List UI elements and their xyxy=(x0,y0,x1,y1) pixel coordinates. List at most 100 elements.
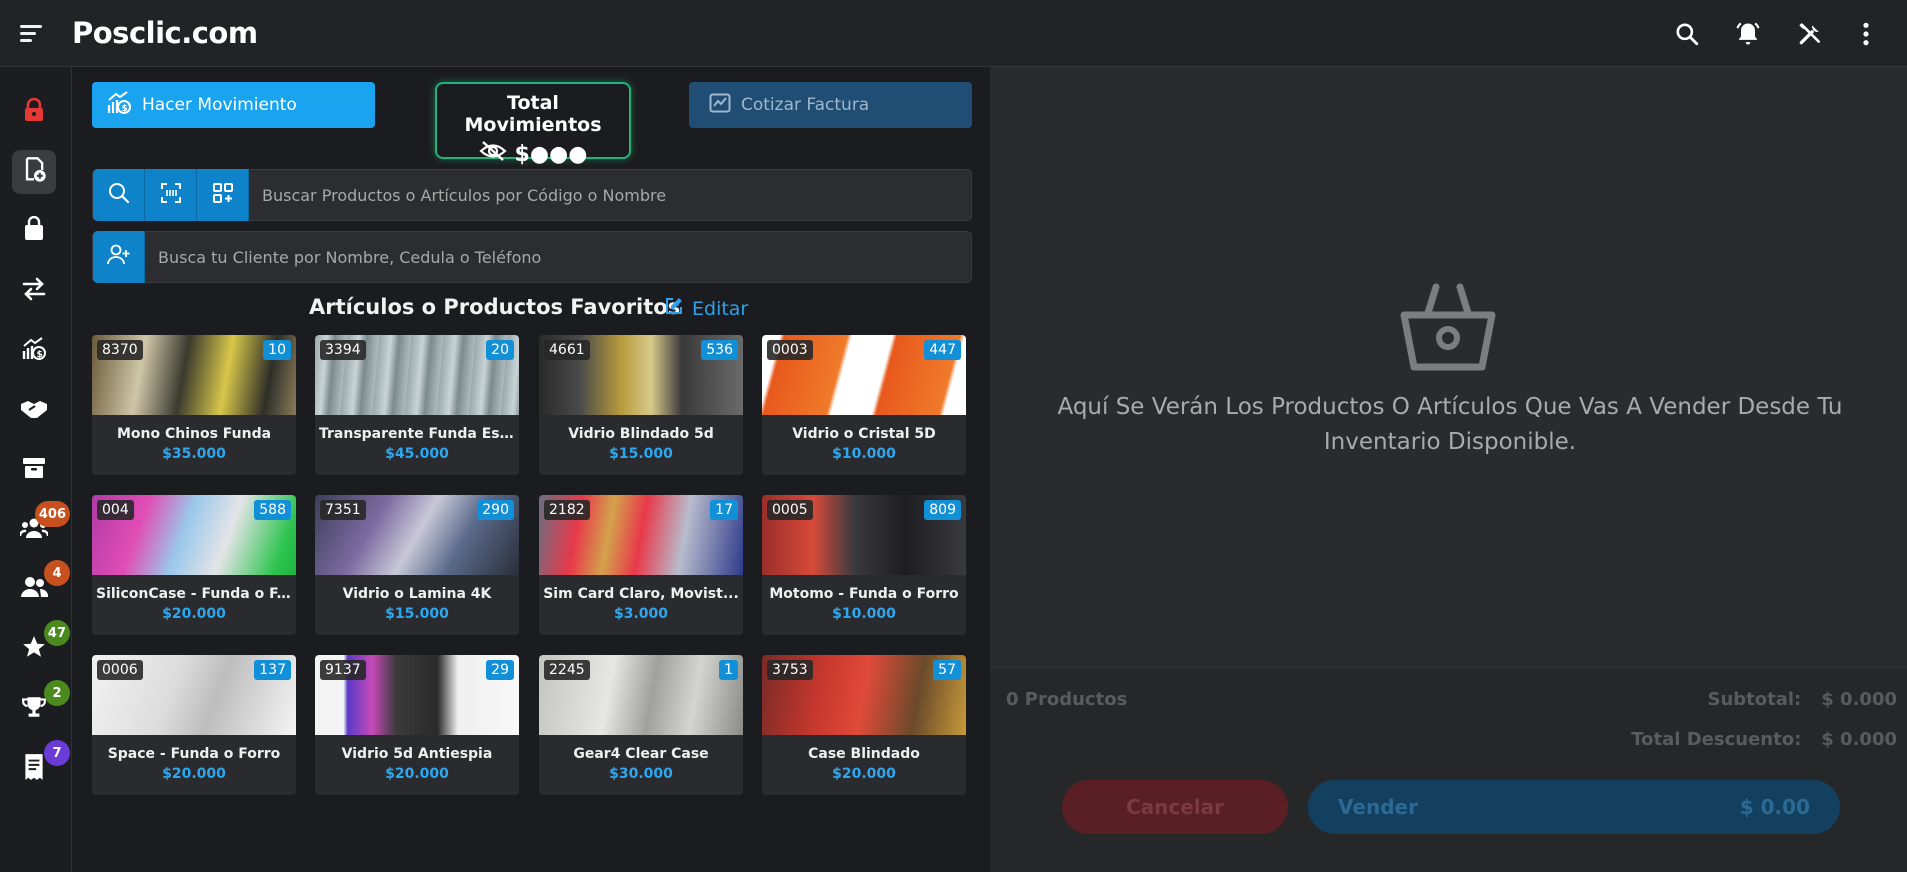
star-icon xyxy=(20,634,48,664)
add-document-icon xyxy=(20,156,48,188)
product-name: Vidrio o Lamina 4K xyxy=(342,586,492,602)
product-card[interactable]: 3394 20 Transparente Funda Es... $45.000 xyxy=(315,335,519,475)
product-price: $15.000 xyxy=(609,446,673,462)
empty-cart-message: Aquí Se Verán Los Productos O Artículos … xyxy=(1057,394,1843,455)
svg-text:$: $ xyxy=(122,104,128,114)
receipts-count-badge: 7 xyxy=(44,740,70,766)
eye-slash-icon[interactable] xyxy=(478,140,507,168)
lock-icon xyxy=(22,97,46,127)
menu-icon[interactable] xyxy=(20,25,42,43)
product-price: $45.000 xyxy=(385,446,449,462)
sidebar-item-awards[interactable]: 2 xyxy=(12,680,70,731)
product-code-badge: 0005 xyxy=(767,500,813,520)
sidebar-item-favorites[interactable]: 47 xyxy=(12,620,70,671)
subtotal-label: Subtotal: xyxy=(1707,689,1802,710)
sidebar-item-receipts[interactable]: 7 xyxy=(12,740,70,791)
product-stock-badge: 1 xyxy=(719,660,738,680)
product-card[interactable]: 4661 536 Vidrio Blindado 5d $15.000 xyxy=(539,335,743,475)
total-movements-card[interactable]: Total Movimientos $●●● xyxy=(435,82,631,167)
barcode-scan-button[interactable] xyxy=(145,169,197,221)
quote-invoice-button[interactable]: Cotizar Factura xyxy=(689,82,972,128)
tools-icon[interactable] xyxy=(1796,20,1824,48)
product-name: Space - Funda o Forro xyxy=(107,746,281,762)
add-client-button[interactable] xyxy=(93,231,145,283)
product-card[interactable]: 8370 10 Mono Chinos Funda $35.000 xyxy=(92,335,296,475)
product-card[interactable]: 0006 137 Space - Funda o Forro $20.000 xyxy=(92,655,296,795)
product-code-badge: 2245 xyxy=(544,660,590,680)
sidebar-item-transfers[interactable] xyxy=(12,269,56,313)
total-movements-title: Total Movimientos xyxy=(464,92,602,136)
sidebar-item-movements[interactable]: $ xyxy=(12,329,56,373)
notification-bell-icon[interactable] xyxy=(1734,20,1762,48)
product-name: Sim Card Claro, Movist... xyxy=(543,586,739,602)
search-icon xyxy=(107,181,131,209)
product-price: $10.000 xyxy=(832,446,896,462)
product-name: Vidrio Blindado 5d xyxy=(568,426,714,442)
sell-button[interactable]: Vender $ 0.00 xyxy=(1308,780,1840,834)
barcode-scan-icon xyxy=(160,182,182,208)
product-name: Case Blindado xyxy=(808,746,920,762)
trophy-icon xyxy=(21,694,47,724)
pos-left-panel: $ Hacer Movimiento Total Movimientos $●●… xyxy=(72,67,990,872)
product-code-badge: 3753 xyxy=(767,660,813,680)
sell-label: Vender xyxy=(1338,795,1418,819)
cancel-button[interactable]: Cancelar xyxy=(1062,780,1288,834)
product-stock-badge: 10 xyxy=(263,340,291,360)
sidebar: $ 406 4 47 2 7 xyxy=(0,67,72,872)
product-count: 0 Productos xyxy=(1006,689,1128,710)
product-card[interactable]: 004 588 SiliconCase - Funda o F... $20.0… xyxy=(92,495,296,635)
top-bar: Posclic.com xyxy=(0,0,1907,67)
grid-add-icon xyxy=(212,182,234,208)
product-price: $20.000 xyxy=(385,766,449,782)
awards-count-badge: 2 xyxy=(44,680,70,706)
sidebar-item-new-sale[interactable] xyxy=(12,150,56,194)
edit-favorites-link[interactable]: Editar xyxy=(664,296,748,321)
product-card[interactable]: 7351 290 Vidrio o Lamina 4K $15.000 xyxy=(315,495,519,635)
product-card[interactable]: 2245 1 Gear4 Clear Case $30.000 xyxy=(539,655,743,795)
subtotal-value: $ 0.000 xyxy=(1821,689,1897,710)
sidebar-item-lock[interactable] xyxy=(12,90,56,134)
product-stock-badge: 536 xyxy=(701,340,738,360)
sidebar-item-inventory[interactable] xyxy=(12,448,56,492)
search-button[interactable] xyxy=(93,169,145,221)
sell-total: $ 0.00 xyxy=(1739,795,1810,819)
brand-logo[interactable]: Posclic.com xyxy=(72,16,258,50)
growth-money-icon: $ xyxy=(21,336,47,366)
product-stock-badge: 588 xyxy=(254,500,291,520)
invoice-icon xyxy=(709,93,731,118)
product-price: $10.000 xyxy=(832,606,896,622)
sidebar-item-users[interactable]: 4 xyxy=(12,560,70,611)
sidebar-item-shopping[interactable] xyxy=(12,209,56,253)
product-price: $30.000 xyxy=(609,766,673,782)
total-movements-value: $●●● xyxy=(514,141,588,167)
product-card[interactable]: 9137 29 Vidrio 5d Antiespia $20.000 xyxy=(315,655,519,795)
product-search-input[interactable] xyxy=(249,170,971,220)
cart-summary: 0 Productos Subtotal: $ 0.000 Total Desc… xyxy=(990,667,1907,872)
more-options-icon[interactable] xyxy=(1852,20,1880,48)
product-card[interactable]: 2182 17 Sim Card Claro, Movist... $3.000 xyxy=(539,495,743,635)
product-price: $3.000 xyxy=(613,606,669,622)
archive-box-icon xyxy=(21,456,47,484)
product-price: $20.000 xyxy=(162,606,226,622)
cart-panel: Aquí Se Verán Los Productos O Artículos … xyxy=(990,67,1907,872)
client-search-input[interactable] xyxy=(145,232,971,282)
discount-row: Total Descuento: $ 0.000 xyxy=(1631,729,1897,750)
make-movement-label: Hacer Movimiento xyxy=(142,95,297,115)
basket-icon xyxy=(1398,283,1498,377)
svg-text:$: $ xyxy=(37,350,43,360)
product-card[interactable]: 0005 809 Motomo - Funda o Forro $10.000 xyxy=(762,495,966,635)
product-card[interactable]: 0003 447 Vidrio o Cristal 5D $10.000 xyxy=(762,335,966,475)
product-stock-badge: 57 xyxy=(933,660,961,680)
product-price: $15.000 xyxy=(385,606,449,622)
sidebar-item-clients[interactable]: 406 xyxy=(12,501,70,552)
product-name: Transparente Funda Es... xyxy=(319,426,515,442)
search-icon[interactable] xyxy=(1673,20,1701,48)
category-grid-button[interactable] xyxy=(197,169,249,221)
product-card[interactable]: 3753 57 Case Blindado $20.000 xyxy=(762,655,966,795)
sidebar-item-deals[interactable] xyxy=(12,389,56,433)
product-name: Mono Chinos Funda xyxy=(116,426,272,442)
make-movement-button[interactable]: $ Hacer Movimiento xyxy=(92,82,375,128)
edit-favorites-label: Editar xyxy=(692,297,749,320)
receipt-icon xyxy=(23,753,45,785)
edit-pencil-icon xyxy=(664,296,684,321)
